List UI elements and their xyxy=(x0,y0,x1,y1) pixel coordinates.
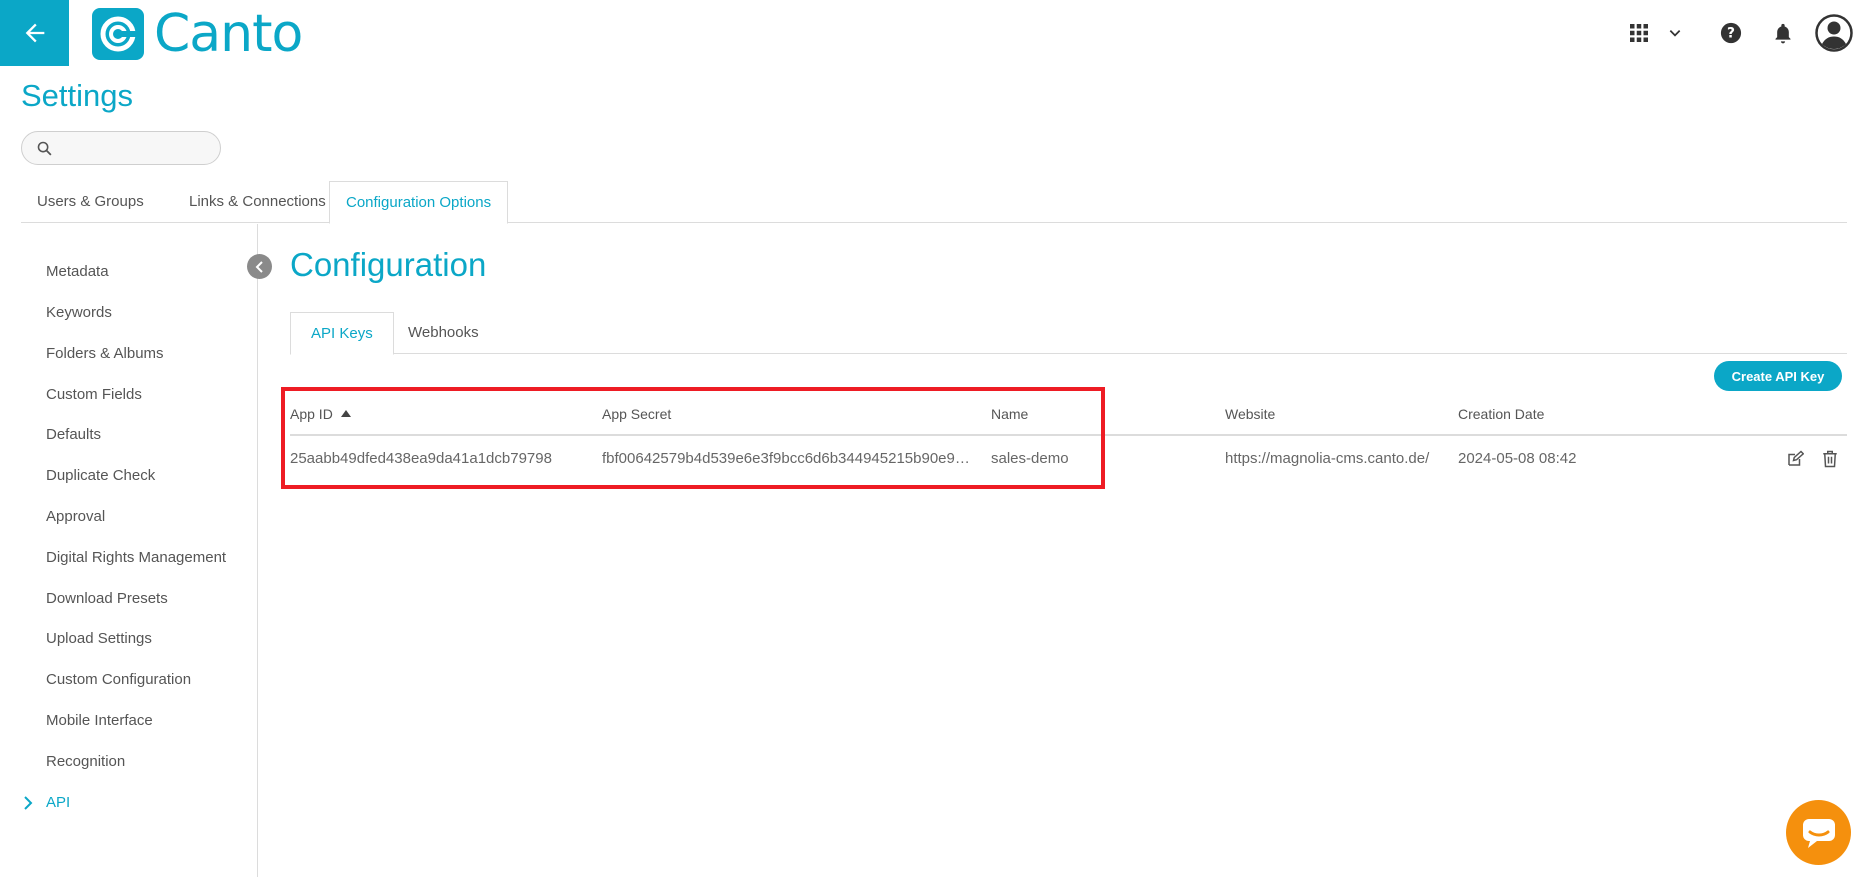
chevron-down-icon xyxy=(1669,30,1681,37)
sidebar-item-api[interactable]: API xyxy=(46,794,70,811)
tab-links-connections[interactable]: Links & Connections xyxy=(173,181,342,223)
cell-app-id: 25aabb49dfed438ea9da41a1dcb79798 xyxy=(290,450,552,467)
sidebar-item-digital-rights-management[interactable]: Digital Rights Management xyxy=(46,549,226,566)
sidebar-item-download-presets[interactable]: Download Presets xyxy=(46,590,168,607)
chat-icon xyxy=(1802,818,1835,848)
section-title: Configuration xyxy=(290,246,487,283)
sidebar-item-custom-fields[interactable]: Custom Fields xyxy=(46,386,142,403)
cell-app-secret: fbf00642579b4d539e6e3f9bcc6d6b344945215b… xyxy=(602,450,970,467)
chevron-right-icon xyxy=(24,796,33,810)
sidebar-item-upload-settings[interactable]: Upload Settings xyxy=(46,630,152,647)
svg-text:?: ? xyxy=(1727,26,1735,42)
apps-dropdown-button[interactable] xyxy=(1664,0,1686,66)
notifications-button[interactable] xyxy=(1770,0,1796,66)
bell-icon xyxy=(1775,23,1791,44)
collapse-sidebar-button[interactable] xyxy=(247,254,272,279)
user-avatar-icon xyxy=(1815,14,1853,52)
chevron-left-icon xyxy=(255,260,263,273)
canto-logo[interactable]: Canto xyxy=(92,4,303,64)
sidebar-item-metadata[interactable]: Metadata xyxy=(46,263,109,280)
tab-webhooks[interactable]: Webhooks xyxy=(388,312,499,354)
tab-api-keys[interactable]: API Keys xyxy=(290,312,394,355)
sidebar-item-mobile-interface[interactable]: Mobile Interface xyxy=(46,712,153,729)
cell-name: sales-demo xyxy=(991,450,1069,467)
chat-widget-button[interactable] xyxy=(1786,800,1851,865)
table-row: 25aabb49dfed438ea9da41a1dcb79798 fbf0064… xyxy=(290,436,1847,486)
column-header-website[interactable]: Website xyxy=(1225,406,1275,422)
column-header-label: App ID xyxy=(290,406,333,422)
column-header-app-id[interactable]: App ID xyxy=(290,406,352,422)
cell-website: https://magnolia-cms.canto.de/ xyxy=(1225,450,1430,467)
table-header: App ID App Secret Name Website Creation … xyxy=(290,394,1847,436)
search-icon xyxy=(37,141,52,156)
create-api-key-button[interactable]: Create API Key xyxy=(1714,361,1842,391)
sort-ascending-icon xyxy=(340,410,351,417)
tab-users-groups[interactable]: Users & Groups xyxy=(21,181,160,223)
logo-text: Canto xyxy=(154,4,303,64)
page-title: Settings xyxy=(21,78,134,113)
column-header-app-secret[interactable]: App Secret xyxy=(602,406,671,422)
help-icon: ? xyxy=(1720,22,1742,44)
help-button[interactable]: ? xyxy=(1718,0,1744,66)
canto-logo-mark xyxy=(92,8,144,60)
search-input[interactable] xyxy=(60,138,210,160)
back-button[interactable] xyxy=(0,0,69,66)
sidebar-item-folders-albums[interactable]: Folders & Albums xyxy=(46,345,164,362)
sidebar-item-duplicate-check[interactable]: Duplicate Check xyxy=(46,467,155,484)
apps-grid-button[interactable] xyxy=(1626,0,1652,66)
edit-icon[interactable] xyxy=(1786,450,1804,468)
sidebar-item-defaults[interactable]: Defaults xyxy=(46,426,101,443)
config-tabs: API Keys Webhooks xyxy=(290,312,1847,355)
settings-search[interactable] xyxy=(21,131,221,165)
sidebar: Metadata Keywords Folders & Albums Custo… xyxy=(0,224,258,877)
tab-configuration-options[interactable]: Configuration Options xyxy=(329,181,509,224)
user-menu-button[interactable] xyxy=(1814,0,1854,66)
sidebar-item-approval[interactable]: Approval xyxy=(46,508,105,525)
column-header-creation-date[interactable]: Creation Date xyxy=(1458,406,1544,422)
cell-creation-date: 2024-05-08 08:42 xyxy=(1458,450,1577,467)
arrow-left-icon xyxy=(25,23,44,43)
top-bar: Canto ? xyxy=(0,0,1865,66)
sidebar-item-custom-configuration[interactable]: Custom Configuration xyxy=(46,671,191,688)
sidebar-item-keywords[interactable]: Keywords xyxy=(46,304,112,321)
sidebar-item-recognition[interactable]: Recognition xyxy=(46,753,125,770)
trash-icon[interactable] xyxy=(1821,450,1839,468)
column-header-name[interactable]: Name xyxy=(991,406,1028,422)
main-tabs: Users & Groups Links & Connections Confi… xyxy=(21,181,1847,224)
apps-grid-icon xyxy=(1630,24,1648,42)
api-keys-table: App ID App Secret Name Website Creation … xyxy=(290,394,1847,486)
